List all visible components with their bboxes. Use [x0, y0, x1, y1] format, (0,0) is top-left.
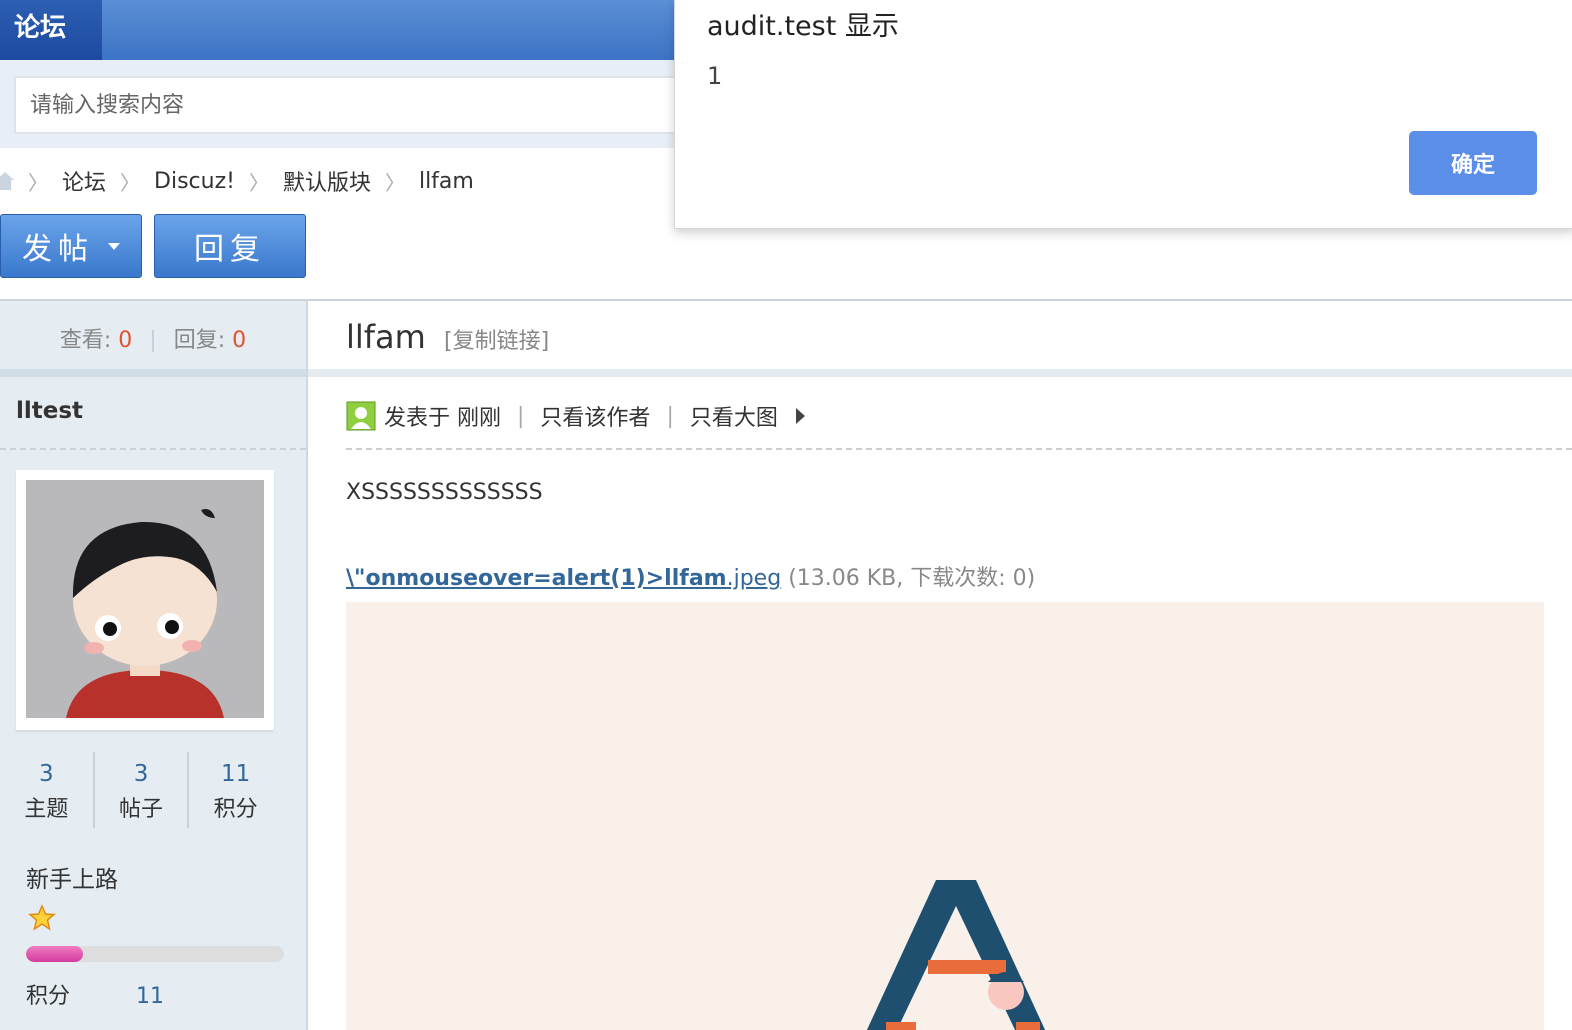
copy-link-button[interactable]: [复制链接] — [444, 329, 549, 354]
online-user-icon — [346, 401, 376, 431]
views-label: 查看: — [59, 328, 112, 353]
author-username[interactable]: lltest — [16, 398, 83, 424]
level-progress-fill — [26, 946, 83, 962]
attachment-row: \"onmouseover=alert(1)>llfam.jpeg (13.06… — [346, 560, 1035, 592]
only-author-link[interactable]: 只看该作者 — [540, 400, 650, 432]
breadcrumb-discuz[interactable]: Discuz! — [154, 169, 235, 194]
play-arrow-icon[interactable] — [795, 408, 805, 424]
meta-separator: | — [517, 403, 525, 429]
divider — [0, 369, 306, 377]
avatar-image — [26, 480, 264, 718]
credits-row: 积分 11 — [26, 978, 164, 1010]
stat-posts[interactable]: 3 帖子 — [95, 752, 190, 828]
replies-count: 0 — [232, 328, 247, 353]
only-images-link[interactable]: 只看大图 — [690, 400, 778, 432]
post-time: 发表于 刚刚 — [384, 406, 501, 431]
stat-value: 11 — [221, 761, 251, 787]
thread-title: llfam — [346, 318, 426, 356]
new-post-label: 发帖 — [22, 232, 94, 267]
post-content: XSSSSSSSSSSSSS — [346, 480, 543, 505]
author-stats: 3 主题 3 帖子 11 积分 — [0, 752, 282, 828]
level-progress-bar — [26, 946, 284, 962]
star-icon — [28, 904, 56, 931]
reply-label: 回复 — [194, 232, 266, 267]
user-group[interactable]: 新手上路 — [26, 860, 118, 894]
dialog-title: audit.test 显示 — [707, 11, 899, 42]
attachment-image[interactable] — [346, 602, 1544, 1030]
reply-button[interactable]: 回复 — [154, 214, 306, 278]
divider — [346, 448, 1572, 450]
search-input[interactable] — [14, 76, 714, 134]
stats-separator: | — [149, 328, 157, 353]
views-count: 0 — [118, 328, 133, 353]
credits-label: 积分 — [26, 984, 71, 1009]
breadcrumb-thread[interactable]: llfam — [419, 169, 474, 194]
ok-button[interactable]: 确定 — [1409, 131, 1537, 195]
letter-a-illustration — [866, 880, 1046, 1030]
replies-label: 回复: — [173, 328, 226, 353]
divider — [308, 369, 1572, 377]
thread-stats: 查看: 0 | 回复: 0 — [0, 301, 306, 369]
home-icon[interactable] — [0, 170, 14, 192]
breadcrumb-separator: 〉 — [248, 170, 269, 195]
post-meta: 发表于 刚刚 | 只看该作者 | 只看大图 — [346, 398, 805, 434]
new-post-button[interactable]: 发帖 — [0, 214, 142, 278]
breadcrumb-default-board[interactable]: 默认版块 — [283, 165, 371, 197]
stat-value: 3 — [133, 761, 149, 787]
breadcrumb-separator: 〉 — [120, 170, 141, 195]
breadcrumb-forum[interactable]: 论坛 — [62, 165, 106, 197]
attachment-link[interactable]: \"onmouseover=alert(1)>llfam.jpeg — [346, 566, 781, 591]
attachment-name: \"onmouseover=alert(1)>llfam — [346, 566, 727, 591]
breadcrumb: 〉 论坛 〉 Discuz! 〉 默认版块 〉 llfam — [0, 160, 474, 202]
stat-value: 3 — [39, 761, 54, 787]
alert-dialog: audit.test 显示 1 确定 — [674, 0, 1572, 229]
breadcrumb-separator: 〉 — [28, 170, 48, 195]
stat-label: 帖子 — [119, 797, 164, 822]
meta-separator: | — [666, 403, 674, 429]
stat-label: 主题 — [24, 797, 69, 822]
dialog-message: 1 — [707, 62, 723, 90]
avatar[interactable] — [16, 470, 274, 730]
stat-credits[interactable]: 11 积分 — [189, 752, 282, 828]
divider — [0, 448, 306, 450]
credits-value: 11 — [136, 984, 165, 1009]
attachment-info: (13.06 KB, 下载次数: 0) — [788, 566, 1036, 591]
stat-threads[interactable]: 3 主题 — [0, 752, 95, 828]
stat-label: 积分 — [213, 797, 258, 822]
chevron-down-icon — [108, 242, 120, 250]
attachment-ext: .jpeg — [726, 566, 782, 591]
thread-title-row: llfam [复制链接] — [346, 318, 549, 356]
forum-brand-tab[interactable]: 论坛 — [0, 0, 102, 60]
breadcrumb-separator: 〉 — [384, 170, 405, 195]
